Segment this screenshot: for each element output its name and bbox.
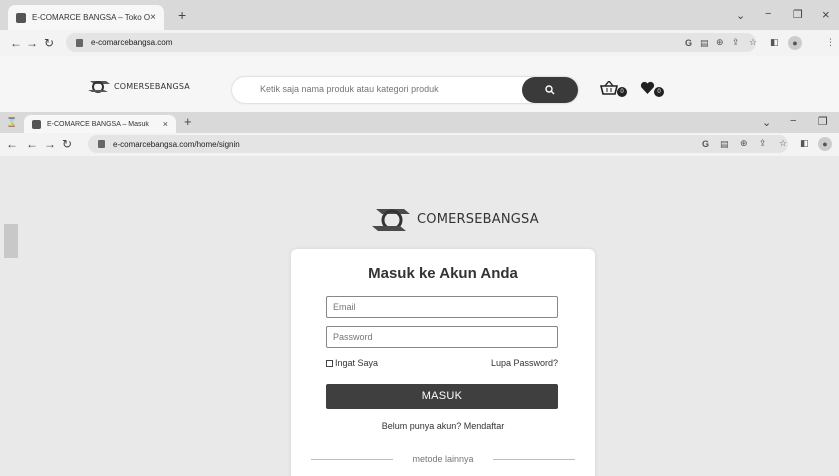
cart-count-badge: 0 xyxy=(617,87,627,97)
menu-icon[interactable]: ⋮ xyxy=(826,37,835,48)
front-new-tab-icon[interactable]: + xyxy=(184,114,192,129)
remember-me[interactable]: Ingat Saya xyxy=(326,358,378,368)
front-reload-icon[interactable]: ↻ xyxy=(62,137,72,151)
site-logo-text: COMERSEBANGSA xyxy=(114,81,190,91)
front-tab-title: E-COMARCE BANGSA – Masuk xyxy=(47,120,149,128)
signin-logo[interactable]: COMERSEBANGSA xyxy=(372,206,539,232)
back-tab-title: E-COMARCE BANGSA – Toko Or xyxy=(32,13,151,22)
bookmark-star-icon[interactable]: ☆ xyxy=(749,37,757,48)
wishlist-button[interactable]: 0 xyxy=(640,81,664,100)
back-browser-tab[interactable]: E-COMARCE BANGSA – Toko Or × xyxy=(8,5,164,30)
sidepanel-icon[interactable]: ◧ xyxy=(770,37,779,48)
tab-search-chevron-icon[interactable]: ⌄ xyxy=(736,9,745,22)
front-back-arrow-2-icon[interactable]: ← xyxy=(26,137,38,151)
minimize-icon[interactable]: − xyxy=(765,8,771,20)
email-field[interactable] xyxy=(326,296,558,318)
search-button[interactable] xyxy=(522,77,578,103)
front-tab-strip: ⌛ E-COMARCE BANGSA – Masuk × + ⌄ − ❐ xyxy=(0,112,839,133)
restore-icon[interactable]: ❐ xyxy=(793,8,803,21)
remember-checkbox[interactable] xyxy=(326,359,333,367)
profile-icon[interactable]: ● xyxy=(788,36,802,50)
front-address-bar[interactable]: e-comarcebangsa.com/home/signin xyxy=(88,135,788,153)
front-minimize-icon[interactable]: − xyxy=(790,115,796,127)
front-google-icon[interactable]: G xyxy=(702,139,709,149)
back-url-text: e-comarcebangsa.com xyxy=(91,38,173,47)
front-tab-search-chevron-icon[interactable]: ⌄ xyxy=(762,116,771,129)
signin-logo-mark-icon xyxy=(372,209,410,231)
front-bookmark-star-icon[interactable]: ☆ xyxy=(779,138,787,149)
google-icon[interactable]: G xyxy=(685,38,692,48)
front-sidepanel-icon[interactable]: ◧ xyxy=(800,138,809,149)
front-share-icon[interactable]: ⇪ xyxy=(759,138,767,149)
signin-logo-text: COMERSEBANGSA xyxy=(417,211,539,227)
login-button[interactable]: MASUK xyxy=(326,384,558,409)
login-card: Masuk ke Akun Anda Ingat Saya Lupa Passw… xyxy=(291,249,595,476)
wishlist-count-badge: 0 xyxy=(654,87,664,97)
reload-icon[interactable]: ↻ xyxy=(44,36,54,50)
front-lock-icon xyxy=(98,140,105,148)
pinned-tab-icon[interactable]: ⌛ xyxy=(6,117,17,128)
back-tab-close-icon[interactable]: × xyxy=(150,12,156,23)
site-favicon-icon xyxy=(16,12,26,23)
site-header: COMERSEBANGSA 0 0 xyxy=(0,56,839,112)
front-profile-icon[interactable]: ● xyxy=(818,137,832,151)
signup-link[interactable]: Belum punya akun? Mendaftar xyxy=(291,421,595,431)
heart-icon xyxy=(640,81,655,94)
search-icon xyxy=(545,85,555,95)
logo-mark-icon xyxy=(88,81,110,93)
front-back-arrow-icon[interactable]: ← xyxy=(6,137,18,151)
front-restore-icon[interactable]: ❐ xyxy=(818,115,828,128)
back-new-tab-icon[interactable]: + xyxy=(178,7,186,23)
zoom-icon[interactable]: ⊕ xyxy=(716,37,724,48)
product-search-bar xyxy=(232,77,578,103)
back-arrow-icon[interactable]: ← xyxy=(10,36,22,50)
basket-icon xyxy=(599,79,619,95)
cart-button[interactable]: 0 xyxy=(599,79,627,100)
back-address-bar[interactable]: e-comarcebangsa.com xyxy=(66,33,756,52)
front-url-text: e-comarcebangsa.com/home/signin xyxy=(113,139,240,149)
lock-icon xyxy=(76,38,83,47)
forward-arrow-icon[interactable]: → xyxy=(26,36,38,50)
front-toolbar: ← ← → ↻ e-comarcebangsa.com/home/signin … xyxy=(0,133,839,156)
scrollbar-thumb[interactable] xyxy=(4,224,18,258)
front-tab-close-icon[interactable]: × xyxy=(163,119,168,129)
remember-label: Ingat Saya xyxy=(335,358,379,368)
close-window-icon[interactable]: × xyxy=(822,7,830,22)
divider-right xyxy=(493,459,575,460)
login-title: Masuk ke Akun Anda xyxy=(368,265,518,282)
translate-icon[interactable]: ▤ xyxy=(700,38,709,49)
product-search-input[interactable] xyxy=(260,84,520,94)
share-icon[interactable]: ⇪ xyxy=(732,37,740,48)
front-favicon-icon xyxy=(32,119,41,129)
signin-page: COMERSEBANGSA Masuk ke Akun Anda Ingat S… xyxy=(0,156,839,476)
front-browser-tab[interactable]: E-COMARCE BANGSA – Masuk × xyxy=(24,115,176,133)
back-tab-strip: E-COMARCE BANGSA – Toko Or × + ⌄ − ❐ × xyxy=(0,0,839,30)
front-zoom-icon[interactable]: ⊕ xyxy=(740,138,748,149)
front-translate-icon[interactable]: ▤ xyxy=(720,139,729,150)
password-field[interactable] xyxy=(326,326,558,348)
site-logo[interactable]: COMERSEBANGSA xyxy=(88,79,190,93)
forgot-password-link[interactable]: Lupa Password? xyxy=(491,358,558,368)
front-forward-arrow-icon[interactable]: → xyxy=(44,137,56,151)
back-toolbar: ← → ↻ e-comarcebangsa.com G ▤ ⊕ ⇪ ☆ ◧ ● … xyxy=(0,30,839,56)
